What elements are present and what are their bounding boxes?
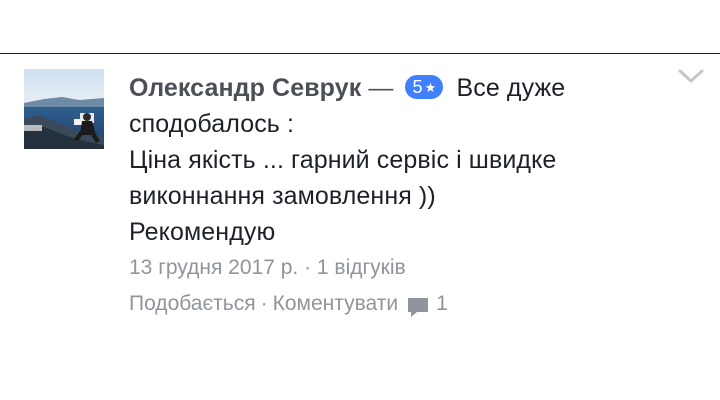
review-actions: Подобається · Коментувати 1 <box>129 288 629 320</box>
review-text-line-1: Все дуже <box>456 74 566 102</box>
like-link[interactable]: Подобається <box>129 288 256 320</box>
review-text-line-4: виконнання замовлення )) <box>129 182 436 210</box>
review-text-line-2: сподобалось : <box>129 110 295 138</box>
comment-link[interactable]: Коментувати <box>273 288 398 320</box>
review-body: Олександр Севрук — 5 ★ Все дуже сподобало… <box>129 70 629 250</box>
comment-bubble-icon <box>406 295 430 319</box>
review-text-line-3: Ціна якість ... гарний сервіс і швидке <box>129 146 557 174</box>
review-content: Олександр Севрук — 5 ★ Все дуже сподобало… <box>129 70 629 320</box>
actions-separator: · <box>260 292 268 315</box>
comment-count[interactable]: 1 <box>436 288 448 320</box>
review-text-line-5: Рекомендую <box>129 218 276 246</box>
review-meta: 13 грудня 2017 р. · 1 відгуків <box>129 252 629 284</box>
star-icon: ★ <box>424 80 437 95</box>
author-separator: — <box>368 74 394 102</box>
options-chevron[interactable] <box>677 68 705 86</box>
chevron-down-icon <box>678 69 704 83</box>
rating-value: 5 <box>412 77 423 97</box>
meta-separator: · <box>304 256 312 279</box>
review-card: Олександр Севрук — 5 ★ Все дуже сподобало… <box>0 54 720 400</box>
review-date[interactable]: 13 грудня 2017 р. <box>129 256 298 279</box>
review-count: 1 відгуків <box>316 256 406 279</box>
avatar[interactable] <box>24 69 104 149</box>
rating-badge: 5 ★ <box>404 75 444 99</box>
author-name[interactable]: Олександр Севрук <box>129 74 361 102</box>
